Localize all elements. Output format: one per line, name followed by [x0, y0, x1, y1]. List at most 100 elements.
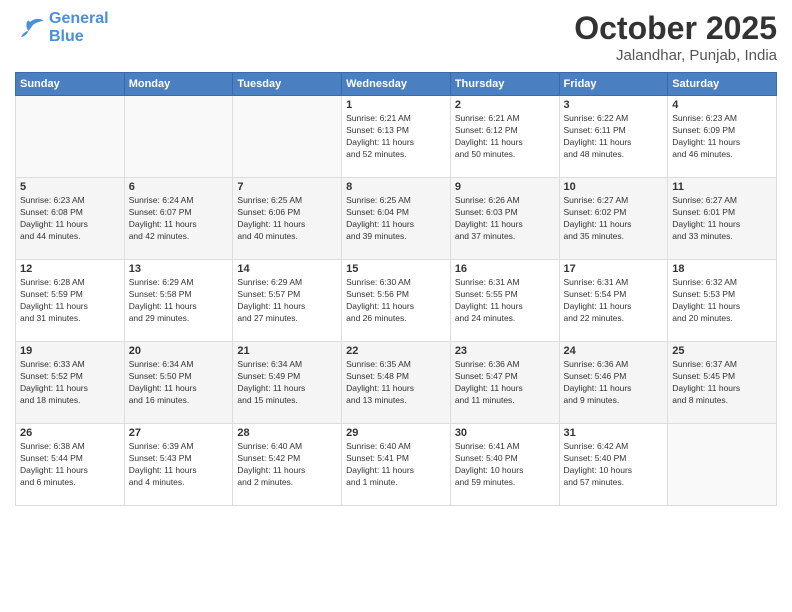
- day-info: Sunrise: 6:30 AMSunset: 5:56 PMDaylight:…: [346, 277, 446, 325]
- day-info: Sunrise: 6:31 AMSunset: 5:55 PMDaylight:…: [455, 277, 555, 325]
- logo: General Blue: [15, 10, 109, 45]
- day-info: Sunrise: 6:32 AMSunset: 5:53 PMDaylight:…: [672, 277, 772, 325]
- day-info: Sunrise: 6:25 AMSunset: 6:06 PMDaylight:…: [237, 195, 337, 243]
- col-saturday: Saturday: [668, 73, 777, 96]
- table-row: 16 Sunrise: 6:31 AMSunset: 5:55 PMDayligh…: [450, 260, 559, 342]
- table-row: 3Sunrise: 6:22 AMSunset: 6:11 PMDaylight…: [559, 96, 668, 178]
- table-row: 4 Sunrise: 6:23 AMSunset: 6:09 PMDaylight…: [668, 96, 777, 178]
- day-number: 28: [237, 427, 337, 439]
- table-row: 22Sunrise: 6:35 AMSunset: 5:48 PMDayligh…: [342, 342, 451, 424]
- table-row: 1 Sunrise: 6:21 AMSunset: 6:13 PMDaylight…: [342, 96, 451, 178]
- day-number: 17: [564, 263, 664, 275]
- day-info: Sunrise: 6:21 AMSunset: 6:12 PMDaylight:…: [455, 113, 555, 161]
- logo-text: General Blue: [49, 10, 109, 45]
- day-info: Sunrise: 6:34 AMSunset: 5:49 PMDaylight:…: [237, 359, 337, 407]
- day-info: Sunrise: 6:23 AMSunset: 6:09 PMDaylight:…: [672, 113, 772, 161]
- day-info: Sunrise: 6:40 AMSunset: 5:42 PMDaylight:…: [237, 441, 337, 489]
- day-info: Sunrise: 6:34 AMSunset: 5:50 PMDaylight:…: [129, 359, 229, 407]
- day-number: 8: [346, 181, 446, 193]
- table-row: 13 Sunrise: 6:29 AMSunset: 5:58 PMDayligh…: [124, 260, 233, 342]
- calendar-week-row: 12 Sunrise: 6:28 AMSunset: 5:59 PMDayligh…: [16, 260, 777, 342]
- day-number: 21: [237, 345, 337, 357]
- day-number: 13: [129, 263, 229, 275]
- table-row: 2Sunrise: 6:21 AMSunset: 6:12 PMDaylight…: [450, 96, 559, 178]
- col-wednesday: Wednesday: [342, 73, 451, 96]
- day-info: Sunrise: 6:31 AMSunset: 5:54 PMDaylight:…: [564, 277, 664, 325]
- table-row: 28 Sunrise: 6:40 AMSunset: 5:42 PMDayligh…: [233, 424, 342, 506]
- table-row: [16, 96, 125, 178]
- day-number: 3: [564, 99, 664, 111]
- calendar-title: October 2025: [574, 10, 777, 47]
- day-info: Sunrise: 6:24 AMSunset: 6:07 PMDaylight:…: [129, 195, 229, 243]
- table-row: [233, 96, 342, 178]
- day-info: Sunrise: 6:35 AMSunset: 5:48 PMDaylight:…: [346, 359, 446, 407]
- day-info: Sunrise: 6:40 AMSunset: 5:41 PMDaylight:…: [346, 441, 446, 489]
- table-row: [668, 424, 777, 506]
- day-info: Sunrise: 6:39 AMSunset: 5:43 PMDaylight:…: [129, 441, 229, 489]
- col-thursday: Thursday: [450, 73, 559, 96]
- calendar-week-row: 1 Sunrise: 6:21 AMSunset: 6:13 PMDaylight…: [16, 96, 777, 178]
- day-number: 25: [672, 345, 772, 357]
- day-number: 16: [455, 263, 555, 275]
- table-row: 5 Sunrise: 6:23 AMSunset: 6:08 PMDaylight…: [16, 178, 125, 260]
- table-row: 9Sunrise: 6:26 AMSunset: 6:03 PMDaylight…: [450, 178, 559, 260]
- day-number: 15: [346, 263, 446, 275]
- day-info: Sunrise: 6:41 AMSunset: 5:40 PMDaylight:…: [455, 441, 555, 489]
- day-number: 10: [564, 181, 664, 193]
- day-info: Sunrise: 6:21 AMSunset: 6:13 PMDaylight:…: [346, 113, 446, 161]
- col-friday: Friday: [559, 73, 668, 96]
- table-row: 29 Sunrise: 6:40 AMSunset: 5:41 PMDayligh…: [342, 424, 451, 506]
- day-number: 27: [129, 427, 229, 439]
- day-info: Sunrise: 6:29 AMSunset: 5:58 PMDaylight:…: [129, 277, 229, 325]
- table-row: 26Sunrise: 6:38 AMSunset: 5:44 PMDayligh…: [16, 424, 125, 506]
- table-row: 11 Sunrise: 6:27 AMSunset: 6:01 PMDayligh…: [668, 178, 777, 260]
- table-row: 12 Sunrise: 6:28 AMSunset: 5:59 PMDayligh…: [16, 260, 125, 342]
- day-number: 26: [20, 427, 120, 439]
- day-number: 20: [129, 345, 229, 357]
- day-info: Sunrise: 6:25 AMSunset: 6:04 PMDaylight:…: [346, 195, 446, 243]
- day-info: Sunrise: 6:29 AMSunset: 5:57 PMDaylight:…: [237, 277, 337, 325]
- day-number: 12: [20, 263, 120, 275]
- col-sunday: Sunday: [16, 73, 125, 96]
- day-info: Sunrise: 6:33 AMSunset: 5:52 PMDaylight:…: [20, 359, 120, 407]
- col-tuesday: Tuesday: [233, 73, 342, 96]
- table-row: 18 Sunrise: 6:32 AMSunset: 5:53 PMDayligh…: [668, 260, 777, 342]
- table-row: 23Sunrise: 6:36 AMSunset: 5:47 PMDayligh…: [450, 342, 559, 424]
- day-info: Sunrise: 6:23 AMSunset: 6:08 PMDaylight:…: [20, 195, 120, 243]
- table-row: 6 Sunrise: 6:24 AMSunset: 6:07 PMDaylight…: [124, 178, 233, 260]
- table-row: 19 Sunrise: 6:33 AMSunset: 5:52 PMDayligh…: [16, 342, 125, 424]
- day-number: 19: [20, 345, 120, 357]
- day-number: 5: [20, 181, 120, 193]
- day-info: Sunrise: 6:37 AMSunset: 5:45 PMDaylight:…: [672, 359, 772, 407]
- table-row: 25 Sunrise: 6:37 AMSunset: 5:45 PMDayligh…: [668, 342, 777, 424]
- table-row: 8 Sunrise: 6:25 AMSunset: 6:04 PMDaylight…: [342, 178, 451, 260]
- calendar-subtitle: Jalandhar, Punjab, India: [574, 47, 777, 64]
- title-block: October 2025 Jalandhar, Punjab, India: [574, 10, 777, 64]
- day-info: Sunrise: 6:28 AMSunset: 5:59 PMDaylight:…: [20, 277, 120, 325]
- calendar-week-row: 19 Sunrise: 6:33 AMSunset: 5:52 PMDayligh…: [16, 342, 777, 424]
- day-number: 18: [672, 263, 772, 275]
- col-monday: Monday: [124, 73, 233, 96]
- calendar-week-row: 5 Sunrise: 6:23 AMSunset: 6:08 PMDaylight…: [16, 178, 777, 260]
- day-number: 1: [346, 99, 446, 111]
- day-info: Sunrise: 6:42 AMSunset: 5:40 PMDaylight:…: [564, 441, 664, 489]
- day-number: 6: [129, 181, 229, 193]
- day-info: Sunrise: 6:27 AMSunset: 6:01 PMDaylight:…: [672, 195, 772, 243]
- day-number: 11: [672, 181, 772, 193]
- calendar-container: General Blue October 2025 Jalandhar, Pun…: [0, 0, 792, 612]
- day-number: 23: [455, 345, 555, 357]
- table-row: 24 Sunrise: 6:36 AMSunset: 5:46 PMDayligh…: [559, 342, 668, 424]
- calendar-table: Sunday Monday Tuesday Wednesday Thursday…: [15, 72, 777, 506]
- header-row: Sunday Monday Tuesday Wednesday Thursday…: [16, 73, 777, 96]
- day-info: Sunrise: 6:26 AMSunset: 6:03 PMDaylight:…: [455, 195, 555, 243]
- day-info: Sunrise: 6:27 AMSunset: 6:02 PMDaylight:…: [564, 195, 664, 243]
- day-number: 24: [564, 345, 664, 357]
- table-row: 10 Sunrise: 6:27 AMSunset: 6:02 PMDayligh…: [559, 178, 668, 260]
- day-number: 4: [672, 99, 772, 111]
- table-row: 30Sunrise: 6:41 AMSunset: 5:40 PMDayligh…: [450, 424, 559, 506]
- table-row: 31Sunrise: 6:42 AMSunset: 5:40 PMDayligh…: [559, 424, 668, 506]
- day-number: 29: [346, 427, 446, 439]
- table-row: 20 Sunrise: 6:34 AMSunset: 5:50 PMDayligh…: [124, 342, 233, 424]
- logo-icon: [15, 16, 45, 40]
- day-info: Sunrise: 6:36 AMSunset: 5:46 PMDaylight:…: [564, 359, 664, 407]
